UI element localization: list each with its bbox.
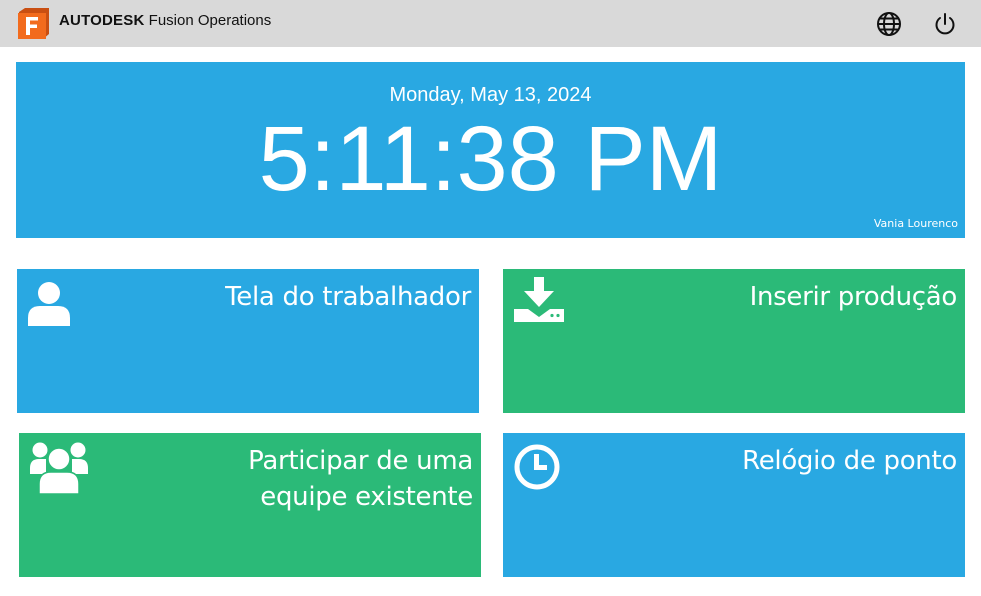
- tile-label: Participar de uma equipe existente: [248, 446, 473, 512]
- globe-icon[interactable]: [876, 11, 902, 37]
- tile-label: Inserir produção: [749, 282, 958, 312]
- clock-icon: [514, 444, 560, 495]
- current-time: 5:11:38 PM: [258, 108, 723, 210]
- user-icon: [27, 281, 71, 332]
- brand-name: AUTODESK: [59, 12, 145, 29]
- team-icon: [30, 441, 88, 500]
- fusion-logo: [16, 8, 50, 40]
- top-bar: AUTODESK Fusion Operations: [0, 0, 981, 47]
- power-icon[interactable]: [932, 11, 958, 37]
- tile-label: Tela do trabalhador: [225, 282, 471, 312]
- clock-panel: Monday, May 13, 2024 5:11:38 PM Vania Lo…: [16, 62, 965, 238]
- download-icon: [514, 277, 566, 328]
- tile-worker-screen[interactable]: Tela do trabalhador: [17, 269, 479, 413]
- tile-insert-production[interactable]: Inserir produção: [503, 269, 965, 413]
- tile-time-clock[interactable]: Relógio de ponto: [503, 433, 965, 577]
- product-name: Fusion Operations: [148, 12, 272, 29]
- tile-label: Relógio de ponto: [742, 446, 957, 476]
- user-name: Vania Lourenco: [873, 217, 958, 230]
- tile-join-team[interactable]: Participar de uma equipe existente: [19, 433, 481, 577]
- brand-title: AUTODESK Fusion Operations: [59, 12, 271, 29]
